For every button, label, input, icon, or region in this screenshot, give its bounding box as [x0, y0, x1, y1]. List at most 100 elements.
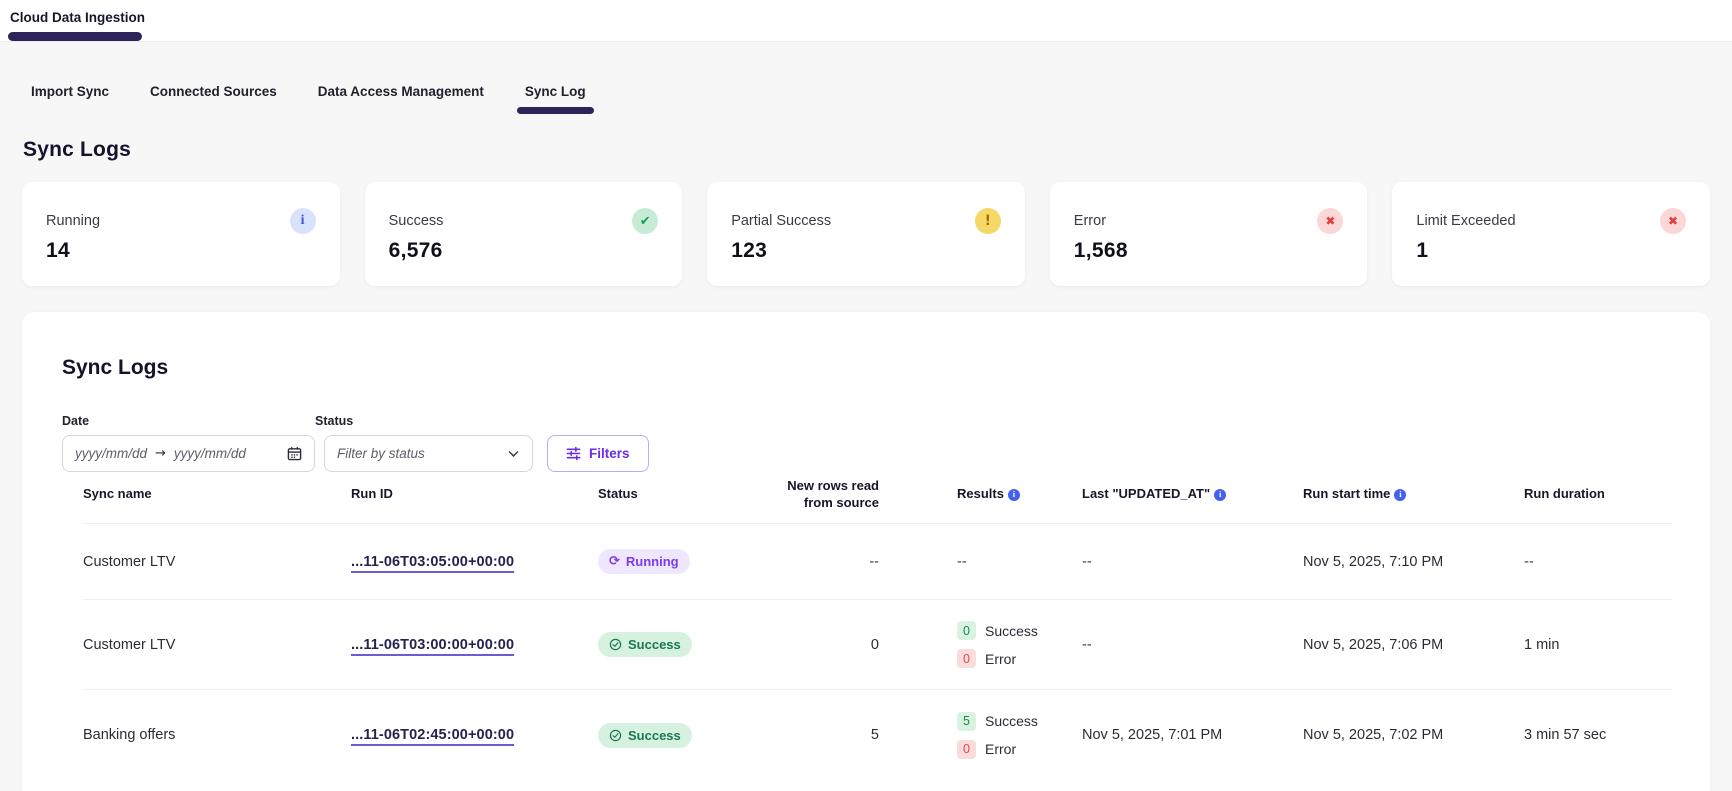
check-icon: ✔ — [632, 208, 658, 234]
date-start-placeholder: yyyy/mm/dd — [75, 446, 147, 461]
card-value: 123 — [731, 239, 1001, 263]
results-error-line: 0 Error — [957, 740, 1082, 759]
tab-connected-sources[interactable]: Connected Sources — [150, 84, 277, 114]
card-value: 1 — [1416, 239, 1686, 263]
new-rows-cell: -- — [758, 554, 879, 570]
summary-card-limit-exceeded: Limit Exceeded ✖ 1 — [1392, 182, 1710, 286]
error-count-chip: 0 — [957, 649, 976, 668]
info-icon: i — [290, 208, 316, 234]
col-new-rows: New rows read from source — [758, 478, 879, 512]
col-last-updated: Last "UPDATED_AT" i — [1082, 486, 1303, 503]
card-value: 1,568 — [1074, 239, 1344, 263]
status-badge-label: Success — [628, 637, 681, 652]
col-run-id: Run ID — [351, 486, 598, 503]
sliders-icon — [566, 446, 581, 461]
calendar-icon[interactable] — [287, 446, 302, 461]
last-updated-cell: -- — [1082, 554, 1303, 570]
status-filter-label: Status — [315, 414, 533, 428]
date-range-input[interactable]: yyyy/mm/dd → yyyy/mm/dd — [62, 435, 315, 472]
panel-title: Sync Logs — [62, 312, 1672, 380]
duration-cell: 1 min — [1524, 637, 1672, 653]
table-row: Banking offers ...11-06T02:45:00+00:00 S… — [83, 690, 1672, 780]
col-last-updated-label: Last "UPDATED_AT" — [1082, 486, 1210, 501]
results-success-line: 0 Success — [957, 621, 1082, 640]
new-rows-cell: 0 — [758, 637, 879, 653]
info-icon[interactable]: i — [1008, 489, 1020, 501]
app-header: Cloud Data Ingestion — [0, 0, 1732, 42]
sync-name-cell: Customer LTV — [83, 554, 351, 570]
results-cell: 0 Success 0 Error — [879, 611, 1082, 678]
run-start-cell: Nov 5, 2025, 7:10 PM — [1303, 554, 1524, 570]
duration-cell: -- — [1524, 554, 1672, 570]
check-circle-icon — [609, 729, 622, 742]
status-badge-success: Success — [598, 632, 692, 657]
results-cell: 5 Success 0 Error — [879, 702, 1082, 769]
last-updated-cell: -- — [1082, 637, 1303, 653]
filters-row: Date yyyy/mm/dd → yyyy/mm/dd — [62, 414, 1672, 472]
table-row: Customer LTV ...11-06T03:05:00+00:00 ⟳ R… — [83, 524, 1672, 600]
filters-button-label: Filters — [589, 446, 630, 461]
warning-icon: ! — [975, 208, 1001, 234]
summary-card-error: Error ✖ 1,568 — [1050, 182, 1368, 286]
card-label: Error — [1074, 213, 1106, 229]
info-icon[interactable]: i — [1214, 489, 1226, 501]
sync-name-cell: Customer LTV — [83, 637, 351, 653]
refresh-icon: ⟳ — [609, 554, 620, 569]
tab-data-access-management[interactable]: Data Access Management — [318, 84, 484, 114]
status-select[interactable]: Filter by status — [324, 435, 533, 472]
results-error-line: 0 Error — [957, 649, 1082, 668]
sync-log-table: Sync name Run ID Status New rows read fr… — [83, 472, 1672, 780]
run-id-link[interactable]: ...11-06T02:45:00+00:00 — [351, 727, 514, 743]
run-id-link[interactable]: ...11-06T03:05:00+00:00 — [351, 554, 514, 570]
table-header-row: Sync name Run ID Status New rows read fr… — [83, 472, 1672, 524]
last-updated-cell: Nov 5, 2025, 7:01 PM — [1082, 727, 1303, 743]
run-start-cell: Nov 5, 2025, 7:06 PM — [1303, 637, 1524, 653]
run-start-cell: Nov 5, 2025, 7:02 PM — [1303, 727, 1524, 743]
col-results-label: Results — [957, 486, 1004, 501]
date-end-placeholder: yyyy/mm/dd — [174, 446, 246, 461]
tab-sync-log[interactable]: Sync Log — [525, 84, 586, 114]
info-icon[interactable]: i — [1394, 489, 1406, 501]
error-label: Error — [985, 741, 1016, 757]
tab-bar: Import Sync Connected Sources Data Acces… — [0, 84, 1732, 114]
x-icon: ✖ — [1660, 208, 1686, 234]
col-sync-name: Sync name — [83, 486, 351, 503]
app-title[interactable]: Cloud Data Ingestion — [0, 0, 1732, 36]
success-label: Success — [985, 623, 1038, 639]
status-filter-group: Status Filter by status — [315, 414, 533, 472]
card-label: Limit Exceeded — [1416, 213, 1515, 229]
results-success-line: 5 Success — [957, 712, 1082, 731]
summary-card-partial-success: Partial Success ! 123 — [707, 182, 1025, 286]
status-badge-label: Success — [628, 728, 681, 743]
x-icon: ✖ — [1317, 208, 1343, 234]
col-run-start: Run start timei — [1303, 486, 1524, 503]
success-count-chip: 5 — [957, 712, 976, 731]
success-count-chip: 0 — [957, 621, 976, 640]
summary-card-success: Success ✔ 6,576 — [365, 182, 683, 286]
status-badge-running: ⟳ Running — [598, 549, 690, 574]
chevron-down-icon — [507, 447, 520, 460]
sync-logs-panel: Sync Logs Date yyyy/mm/dd → yyyy/mm/dd — [22, 312, 1710, 791]
app-title-active-indicator — [8, 32, 142, 41]
status-select-placeholder: Filter by status — [337, 446, 425, 461]
summary-card-running: Running i 14 — [22, 182, 340, 286]
tab-import-sync[interactable]: Import Sync — [31, 84, 109, 114]
col-status: Status — [598, 486, 758, 503]
results-cell: -- — [879, 554, 1082, 570]
card-value: 14 — [46, 239, 316, 263]
col-run-duration: Run duration — [1524, 486, 1672, 503]
page-title: Sync Logs — [23, 138, 1732, 162]
card-label: Partial Success — [731, 213, 831, 229]
arrow-right-icon: → — [155, 446, 166, 461]
summary-cards: Running i 14 Success ✔ 6,576 Partial Suc… — [22, 182, 1710, 286]
check-circle-icon — [609, 638, 622, 651]
filters-button[interactable]: Filters — [547, 435, 649, 472]
run-id-link[interactable]: ...11-06T03:00:00+00:00 — [351, 637, 514, 653]
col-results: Results i — [879, 486, 1082, 503]
sync-name-cell: Banking offers — [83, 727, 351, 743]
date-filter-label: Date — [62, 414, 315, 428]
card-label: Running — [46, 213, 100, 229]
status-badge-success: Success — [598, 723, 692, 748]
error-count-chip: 0 — [957, 740, 976, 759]
status-badge-label: Running — [626, 554, 679, 569]
